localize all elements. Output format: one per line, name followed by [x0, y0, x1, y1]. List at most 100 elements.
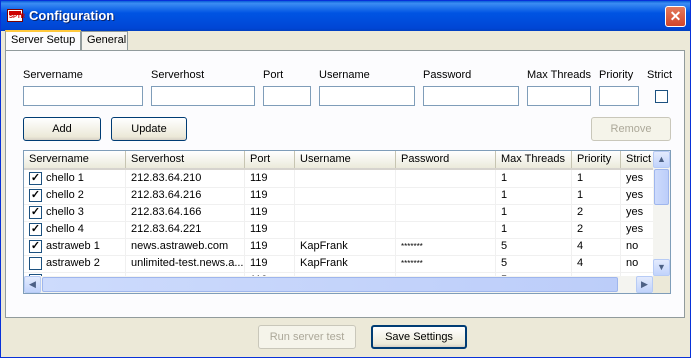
port-label: Port [263, 69, 284, 81]
cell-servername: chello 1 [41, 170, 126, 187]
remove-button[interactable]: Remove [591, 117, 671, 141]
cell-servername: chello 4 [41, 221, 126, 238]
cell-max-threads: 1 [496, 204, 572, 221]
column-header-serverhost[interactable]: Serverhost [126, 151, 245, 168]
cell-strict: yes [621, 170, 654, 187]
scroll-left-button[interactable]: ◀ [24, 276, 41, 293]
vertical-scroll-thumb[interactable] [654, 169, 669, 205]
cell-password: ******* [396, 255, 496, 272]
cell-username [295, 170, 396, 187]
cell-port: 119 [245, 221, 295, 238]
cell-username: KapFrank [295, 238, 396, 255]
checkmark-icon: ✓ [30, 223, 41, 235]
cell-strict: yes [621, 204, 654, 221]
cell-priority: 1 [572, 187, 621, 204]
password-input[interactable] [423, 86, 519, 106]
serverhost-label: Serverhost [151, 69, 205, 81]
cell-servername: astraweb 2 [41, 255, 126, 272]
cell-strict: yes [621, 187, 654, 204]
cell-servername: astraweb 1 [41, 238, 126, 255]
save-settings-button[interactable]: Save Settings [371, 325, 467, 349]
cell-strict: yes [621, 221, 654, 238]
cell-max-threads: 1 [496, 221, 572, 238]
column-header-max-threads[interactable]: Max Threads [496, 151, 572, 168]
column-header-priority[interactable]: Priority [572, 151, 621, 168]
cell-serverhost: 212.83.64.216 [126, 187, 245, 204]
max-threads-label: Max Threads [527, 69, 591, 81]
scroll-up-button[interactable]: ▲ [653, 151, 670, 168]
cell-password [396, 170, 496, 187]
table-row[interactable]: ✓ chello 2 212.83.64.216 119 1 1 yes [24, 187, 654, 205]
column-header-username[interactable]: Username [295, 151, 396, 168]
serverhost-input[interactable] [151, 86, 255, 106]
cell-port: 119 [245, 204, 295, 221]
column-header-servername[interactable]: Servername [24, 151, 126, 168]
cell-priority: 2 [572, 204, 621, 221]
vertical-scrollbar[interactable]: ▲ ▼ [653, 151, 670, 276]
horizontal-scroll-thumb[interactable] [42, 277, 618, 292]
cell-serverhost: unlimited-test.news.a... [126, 255, 245, 272]
arrow-down-icon: ▼ [657, 262, 666, 272]
cell-strict: no [621, 255, 654, 272]
column-header-port[interactable]: Port [245, 151, 295, 168]
table-row[interactable]: ✓ chello 4 212.83.64.221 119 1 2 yes [24, 221, 654, 239]
checkmark-icon: ✓ [30, 172, 41, 184]
cell-max-threads: 1 [496, 170, 572, 187]
cell-username [295, 204, 396, 221]
app-icon: SPTR [7, 9, 25, 22]
arrow-left-icon: ◀ [29, 279, 36, 289]
checkmark-icon: ✓ [30, 189, 41, 201]
cell-username [295, 221, 396, 238]
table-row[interactable]: ✓ chello 3 212.83.64.166 119 1 2 yes [24, 204, 654, 222]
horizontal-scrollbar[interactable]: ◀ ▶ [24, 276, 654, 293]
close-button[interactable]: ✕ [665, 6, 686, 27]
checkmark-icon: ✓ [30, 206, 41, 218]
arrow-up-icon: ▲ [657, 154, 666, 164]
tab-server-setup[interactable]: Server Setup [5, 30, 81, 50]
cell-password [396, 221, 496, 238]
column-header-password[interactable]: Password [396, 151, 496, 168]
cell-max-threads: 5 [496, 238, 572, 255]
cell-port: 119 [245, 187, 295, 204]
cell-password [396, 204, 496, 221]
scrollbar-corner [653, 276, 670, 293]
password-label: Password [423, 69, 472, 81]
window-title: Configuration [29, 8, 115, 23]
cell-priority: 4 [572, 255, 621, 272]
strict-checkbox[interactable] [655, 90, 668, 103]
servername-input[interactable] [23, 86, 143, 106]
priority-input[interactable] [599, 86, 639, 106]
table-row[interactable]: astraweb 2 unlimited-test.news.a... 119 Kap… [24, 255, 654, 273]
checkmark-icon: ✓ [30, 240, 41, 252]
cell-strict: no [621, 238, 654, 255]
run-server-test-button[interactable]: Run server test [258, 325, 356, 349]
cell-max-threads: 5 [496, 255, 572, 272]
cell-servername: chello 2 [41, 187, 126, 204]
username-input[interactable] [319, 86, 415, 106]
column-header-strict[interactable]: Strict [621, 151, 654, 168]
servername-label: Servername [23, 69, 83, 81]
cell-serverhost: 212.83.64.166 [126, 204, 245, 221]
cell-port: 119 [245, 238, 295, 255]
title-bar[interactable]: SPTR Configuration ✕ [1, 1, 690, 31]
server-list[interactable]: Servername Serverhost Port Username Password… [23, 150, 671, 294]
cell-serverhost: 212.83.64.210 [126, 170, 245, 187]
max-threads-input[interactable] [527, 86, 591, 106]
scroll-right-button[interactable]: ▶ [636, 276, 653, 293]
cell-max-threads: 1 [496, 187, 572, 204]
cell-serverhost: 212.83.64.221 [126, 221, 245, 238]
add-button[interactable]: Add [23, 117, 101, 141]
cell-priority: 2 [572, 221, 621, 238]
cell-password: ******* [396, 238, 496, 255]
table-row[interactable]: ✓ chello 1 212.83.64.210 119 1 1 yes [24, 170, 654, 188]
server-list-header: Servername Serverhost Port Username Password… [24, 151, 654, 170]
cell-serverhost: news.astraweb.com [126, 238, 245, 255]
port-input[interactable] [263, 86, 311, 106]
scroll-down-button[interactable]: ▼ [653, 259, 670, 276]
priority-label: Priority [599, 69, 634, 81]
cell-password [396, 187, 496, 204]
tab-general[interactable]: General [81, 31, 128, 50]
arrow-right-icon: ▶ [641, 279, 648, 289]
update-button[interactable]: Update [111, 117, 187, 141]
table-row[interactable]: ✓ astraweb 1 news.astraweb.com 119 KapFrank *… [24, 238, 654, 256]
